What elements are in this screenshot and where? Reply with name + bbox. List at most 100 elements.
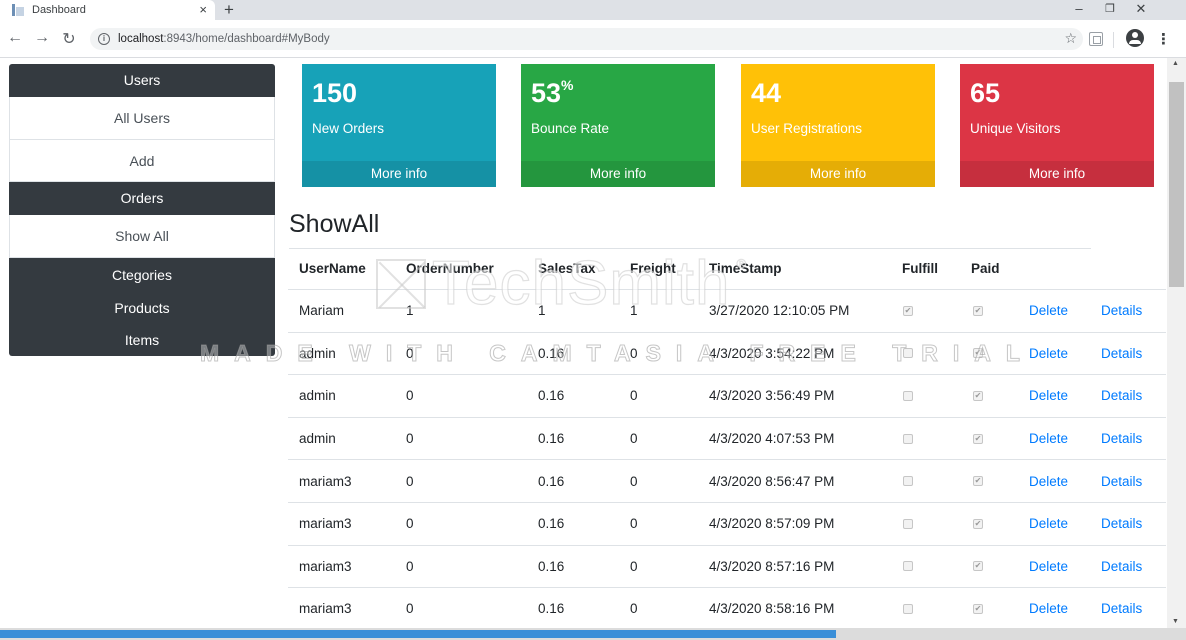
info-icon[interactable]: i [98, 33, 110, 45]
column-header-timestamp[interactable]: TimeStamp [709, 248, 782, 289]
window-close-icon[interactable]: ✕ [1126, 0, 1156, 20]
forward-arrow-icon[interactable]: → [32, 29, 52, 47]
cell-freight: 1 [630, 303, 638, 319]
scrollbar-thumb[interactable] [1169, 82, 1184, 287]
sidebar-item-items[interactable]: Items [9, 324, 275, 356]
url-host: localhost [118, 33, 164, 45]
details-link[interactable]: Details [1101, 375, 1142, 417]
card-label: Bounce Rate [531, 121, 610, 136]
paid-checkbox[interactable]: ✔ [973, 561, 983, 572]
details-link[interactable]: Details [1101, 546, 1142, 588]
delete-link[interactable]: Delete [1029, 588, 1068, 628]
sidebar-item-show-all[interactable]: Show All [9, 215, 275, 258]
delete-link[interactable]: Delete [1029, 503, 1068, 545]
bookmark-star-icon[interactable]: ☆ [1064, 30, 1077, 47]
restore-icon[interactable]: ❐ [1095, 0, 1125, 20]
sidebar-item-products[interactable]: Products [9, 292, 275, 324]
fulfill-checkbox-cell [903, 460, 913, 502]
details-link[interactable]: Details [1101, 460, 1142, 502]
table-row: admin 0 0.16 0 4/3/2020 4:07:53 PM ✔ Delete Det… [288, 418, 1166, 461]
scroll-up-arrow-icon[interactable]: ▲ [1172, 60, 1179, 67]
card-more-info-link[interactable]: More info [302, 161, 496, 187]
paid-checkbox[interactable]: ✔ [973, 518, 983, 529]
cell-freight: 0 [630, 388, 638, 404]
paid-checkbox[interactable]: ✔ [973, 476, 983, 487]
card-more-info-link[interactable]: More info [741, 161, 935, 187]
new-tab-icon[interactable]: + [224, 0, 234, 20]
details-link[interactable]: Details [1101, 333, 1142, 375]
delete-link[interactable]: Delete [1029, 333, 1068, 375]
card-bounce-rate: 53% Bounce Rate More info [521, 64, 715, 187]
column-header-freight[interactable]: Freight [630, 248, 676, 289]
video-progress-bar[interactable] [0, 628, 1186, 640]
paid-checkbox-cell: ✔ [973, 503, 983, 545]
sidebar-header-orders[interactable]: Orders [9, 182, 275, 215]
column-header-username[interactable]: UserName [299, 248, 366, 289]
tab-close-icon[interactable]: × [199, 2, 207, 17]
details-link[interactable]: Details [1101, 503, 1142, 545]
paid-checkbox-cell: ✔ [973, 418, 983, 460]
details-link[interactable]: Details [1101, 418, 1142, 460]
sidebar-item-all-users[interactable]: All Users [9, 97, 275, 140]
fulfill-checkbox[interactable] [903, 348, 913, 359]
cell-freight: 0 [630, 516, 638, 532]
delete-link[interactable]: Delete [1029, 375, 1068, 417]
reload-icon[interactable]: ↻ [59, 29, 79, 49]
fulfill-checkbox[interactable] [903, 561, 913, 572]
cell-username: admin [299, 388, 336, 404]
card-value: 65 [970, 78, 1001, 108]
fulfill-checkbox[interactable] [903, 433, 913, 444]
extension-icon[interactable] [1089, 32, 1103, 46]
card-value: 44 [751, 78, 782, 108]
browser-menu-icon[interactable]: ⋮ [1156, 30, 1171, 48]
cell-timestamp: 4/3/2020 8:56:47 PM [709, 473, 835, 489]
sidebar-header-users[interactable]: Users [9, 64, 275, 97]
cell-ordernumber: 0 [406, 388, 414, 404]
minimize-icon[interactable]: – [1064, 0, 1094, 20]
column-header-paid[interactable]: Paid [971, 248, 1000, 289]
paid-checkbox-cell: ✔ [973, 546, 983, 588]
cell-freight: 0 [630, 345, 638, 361]
fulfill-checkbox-cell [903, 418, 913, 460]
cell-freight: 0 [630, 431, 638, 447]
card-more-info-link[interactable]: More info [960, 161, 1154, 187]
paid-checkbox[interactable]: ✔ [973, 603, 983, 614]
card-more-info-link[interactable]: More info [521, 161, 715, 187]
details-link[interactable]: Details [1101, 290, 1142, 332]
column-header-ordernumber[interactable]: OrderNumber [406, 248, 494, 289]
card-label: Unique Visitors [970, 121, 1061, 136]
delete-link[interactable]: Delete [1029, 418, 1068, 460]
column-header-fulfill[interactable]: Fulfill [902, 248, 938, 289]
back-arrow-icon[interactable]: ← [5, 29, 25, 47]
paid-checkbox[interactable]: ✔ [973, 305, 983, 316]
fulfill-checkbox[interactable] [903, 603, 913, 614]
paid-checkbox[interactable]: ✔ [973, 390, 983, 401]
card-new-orders: 150 New Orders More info [302, 64, 496, 187]
paid-checkbox[interactable]: ✔ [973, 348, 983, 359]
paid-checkbox[interactable]: ✔ [973, 433, 983, 444]
vertical-scrollbar[interactable]: ▲ ▼ [1167, 58, 1186, 628]
fulfill-checkbox[interactable]: ✔ [903, 305, 913, 316]
column-header-salestax[interactable]: SalesTax [538, 248, 596, 289]
sidebar-item-add[interactable]: Add [9, 140, 275, 182]
address-bar[interactable]: i localhost:8943/home/dashboard#MyBody ☆ [90, 28, 1083, 50]
profile-avatar-icon[interactable] [1126, 29, 1144, 47]
details-link[interactable]: Details [1101, 588, 1142, 628]
fulfill-checkbox-cell [903, 588, 913, 628]
fulfill-checkbox[interactable] [903, 390, 913, 401]
delete-link[interactable]: Delete [1029, 460, 1068, 502]
delete-link[interactable]: Delete [1029, 546, 1068, 588]
dashboard-favicon-icon [12, 4, 24, 16]
browser-tab[interactable]: Dashboard × [0, 0, 215, 20]
scroll-down-arrow-icon[interactable]: ▼ [1172, 618, 1179, 625]
sidebar-item-categories[interactable]: Ctegories [9, 258, 275, 292]
fulfill-checkbox[interactable] [903, 518, 913, 529]
paid-checkbox-cell: ✔ [973, 375, 983, 417]
paid-checkbox-cell: ✔ [973, 333, 983, 375]
fulfill-checkbox[interactable] [903, 476, 913, 487]
paid-checkbox-cell: ✔ [973, 460, 983, 502]
cell-username: Mariam [299, 303, 345, 319]
table-row: mariam3 0 0.16 0 4/3/2020 8:57:09 PM ✔ Delete D… [288, 503, 1166, 546]
delete-link[interactable]: Delete [1029, 290, 1068, 332]
table-row: admin 0 0.16 0 4/3/2020 3:56:49 PM ✔ Delete Det… [288, 375, 1166, 418]
